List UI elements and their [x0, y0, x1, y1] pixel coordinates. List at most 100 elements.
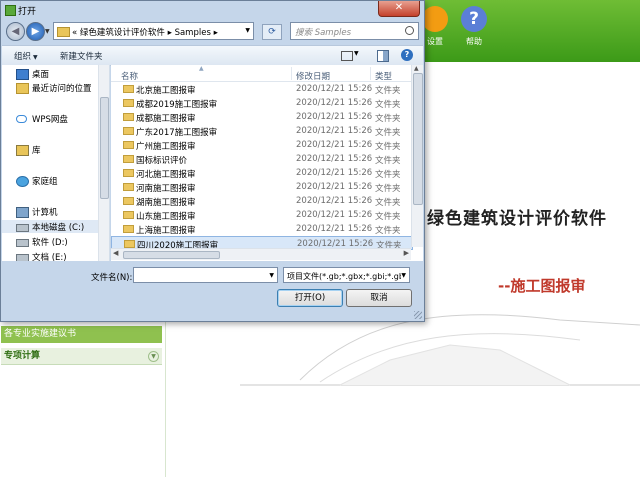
- file-row[interactable]: 山东施工图报审 2020/12/21 15:26 文件夹: [111, 208, 413, 222]
- file-name: 广州施工图报审: [136, 142, 196, 152]
- column-divider: [291, 67, 292, 80]
- scroll-up-icon[interactable]: ▲: [414, 65, 419, 72]
- scroll-right-icon[interactable]: ▶: [404, 249, 409, 257]
- file-name: 湖南施工图报审: [136, 198, 196, 208]
- dialog-titlebar[interactable]: 打开 ✕: [1, 1, 424, 19]
- nav-pane-scrollbar[interactable]: [98, 65, 109, 261]
- cancel-button[interactable]: 取消: [346, 289, 412, 307]
- sidebar-item-suggestions[interactable]: 各专业实施建议书: [1, 326, 162, 343]
- filename-input[interactable]: ▼: [133, 267, 278, 283]
- file-row[interactable]: 上海施工图报审 2020/12/21 15:26 文件夹: [111, 222, 413, 236]
- preview-pane-icon[interactable]: [377, 50, 389, 62]
- settings-label: 设置: [427, 37, 443, 46]
- open-button[interactable]: 打开(O): [277, 289, 343, 307]
- nav-item-label: 文档 (E:): [32, 253, 67, 261]
- file-name: 河北施工图报审: [136, 170, 196, 180]
- chevron-down-icon[interactable]: ▼: [401, 272, 406, 279]
- sidebar-item-label: 专项计算: [4, 351, 41, 361]
- file-row[interactable]: 成都2019施工图报审 2020/12/21 15:26 文件夹: [111, 96, 413, 110]
- chevron-down-icon[interactable]: ▼: [269, 272, 274, 279]
- address-bar[interactable]: « 绿色建筑设计评价软件 ▸ Samples ▸ ▼: [53, 22, 254, 40]
- nav-item-drive-c[interactable]: 本地磁盘 (C:): [2, 220, 100, 233]
- folder-icon: [123, 113, 134, 121]
- nav-item-drive-e[interactable]: 文档 (E:): [2, 250, 100, 261]
- view-options-icon[interactable]: [341, 51, 353, 61]
- chevron-down-icon[interactable]: ▼: [148, 351, 159, 362]
- column-name[interactable]: 名称: [121, 70, 138, 82]
- folder-icon: [123, 85, 134, 93]
- search-input[interactable]: 搜索 Samples: [290, 22, 419, 40]
- filetype-select[interactable]: 项目文件(*.gb;*.gbx;*.gbi;*.gb ▼: [283, 267, 410, 283]
- organize-button[interactable]: 组织 ▼: [14, 50, 38, 62]
- nav-item-drive-d[interactable]: 软件 (D:): [2, 235, 100, 248]
- file-row[interactable]: 广东2017施工图报审 2020/12/21 15:26 文件夹: [111, 124, 413, 138]
- file-type: 文件夹: [375, 114, 401, 124]
- history-dropdown-icon[interactable]: ▼: [45, 28, 50, 35]
- file-list-hscrollbar[interactable]: ◀ ▶: [111, 248, 411, 260]
- chevron-down-icon[interactable]: ▼: [245, 27, 250, 34]
- column-date[interactable]: 修改日期: [296, 70, 330, 82]
- nav-item-desktop[interactable]: 桌面: [2, 67, 100, 80]
- new-folder-button[interactable]: 新建文件夹: [60, 50, 103, 62]
- file-row[interactable]: 河南施工图报审 2020/12/21 15:26 文件夹: [111, 180, 413, 194]
- folder-icon: [124, 240, 135, 248]
- file-type: 文件夹: [375, 86, 401, 96]
- chevron-down-icon[interactable]: ▼: [354, 50, 359, 57]
- file-type: 文件夹: [375, 226, 401, 236]
- help-button[interactable]: ? 帮助: [454, 6, 494, 47]
- forward-arrow-icon[interactable]: ▶: [26, 22, 45, 41]
- dialog-toolbar: 组织 ▼ 新建文件夹 ▼ ?: [2, 45, 423, 66]
- nav-item-homegroup[interactable]: 家庭组: [2, 174, 100, 187]
- sidebar-item-special-calc[interactable]: 专项计算 ▼: [1, 348, 162, 365]
- nav-item-label: 计算机: [32, 208, 58, 218]
- column-type[interactable]: 类型: [375, 70, 392, 82]
- folder-icon: [123, 141, 134, 149]
- close-button[interactable]: ✕: [378, 1, 420, 17]
- refresh-icon[interactable]: ⟳: [262, 24, 282, 40]
- folder-icon: [123, 127, 134, 135]
- back-arrow-icon[interactable]: ◀: [6, 22, 25, 41]
- app-icon: [5, 5, 16, 16]
- navigation-row: ◀ ▶ ▼ « 绿色建筑设计评价软件 ▸ Samples ▸ ▼ ⟳ 搜索 Sa…: [5, 21, 420, 43]
- computer-icon: [16, 207, 29, 218]
- file-row[interactable]: 湖南施工图报审 2020/12/21 15:26 文件夹: [111, 194, 413, 208]
- help-label: 帮助: [466, 37, 482, 46]
- file-row[interactable]: 成都施工图报审 2020/12/21 15:26 文件夹: [111, 110, 413, 124]
- file-type: 文件夹: [375, 156, 401, 166]
- filename-label: 文件名(N):: [91, 273, 133, 283]
- folder-icon: [123, 99, 134, 107]
- nav-item-recent[interactable]: 最近访问的位置: [2, 81, 100, 94]
- scrollbar-thumb[interactable]: [100, 97, 109, 199]
- nav-item-library[interactable]: 库: [2, 143, 100, 156]
- sort-arrow-icon: ▲: [199, 65, 204, 72]
- nav-item-label: 最近访问的位置: [32, 84, 92, 94]
- scroll-left-icon[interactable]: ◀: [113, 249, 118, 257]
- file-name: 河南施工图报审: [136, 184, 196, 194]
- help-icon[interactable]: ?: [401, 49, 413, 61]
- folder-icon: [57, 27, 70, 37]
- nav-item-wps-cloud[interactable]: WPS网盘: [2, 112, 100, 125]
- nav-item-computer[interactable]: 计算机: [2, 205, 100, 218]
- file-name: 北京施工图报审: [136, 86, 196, 96]
- file-date: 2020/12/21 15:26: [296, 98, 373, 108]
- nav-item-label: 软件 (D:): [32, 238, 68, 248]
- folder-icon: [123, 225, 134, 233]
- search-placeholder: 搜索 Samples: [295, 28, 352, 38]
- scrollbar-thumb[interactable]: [123, 251, 220, 259]
- resize-grip-icon[interactable]: [414, 311, 422, 319]
- open-file-dialog: 打开 ✕ ◀ ▶ ▼ « 绿色建筑设计评价软件 ▸ Samples ▸ ▼ ⟳ …: [0, 0, 425, 322]
- file-row[interactable]: 河北施工图报审 2020/12/21 15:26 文件夹: [111, 166, 413, 180]
- file-row[interactable]: 广州施工图报审 2020/12/21 15:26 文件夹: [111, 138, 413, 152]
- file-type: 文件夹: [375, 100, 401, 110]
- file-name: 国标标识评价: [136, 156, 188, 166]
- address-path[interactable]: « 绿色建筑设计评价软件 ▸ Samples ▸: [72, 26, 218, 38]
- drive-icon: [16, 224, 29, 232]
- file-type: 文件夹: [375, 170, 401, 180]
- folder-icon: [123, 155, 134, 163]
- drive-icon: [16, 239, 29, 247]
- file-row[interactable]: 北京施工图报审 2020/12/21 15:26 文件夹: [111, 82, 413, 96]
- file-row[interactable]: 国标标识评价 2020/12/21 15:26 文件夹: [111, 152, 413, 166]
- file-list-scrollbar[interactable]: ▲: [411, 65, 423, 247]
- scrollbar-thumb[interactable]: [413, 73, 423, 205]
- file-type: 文件夹: [375, 128, 401, 138]
